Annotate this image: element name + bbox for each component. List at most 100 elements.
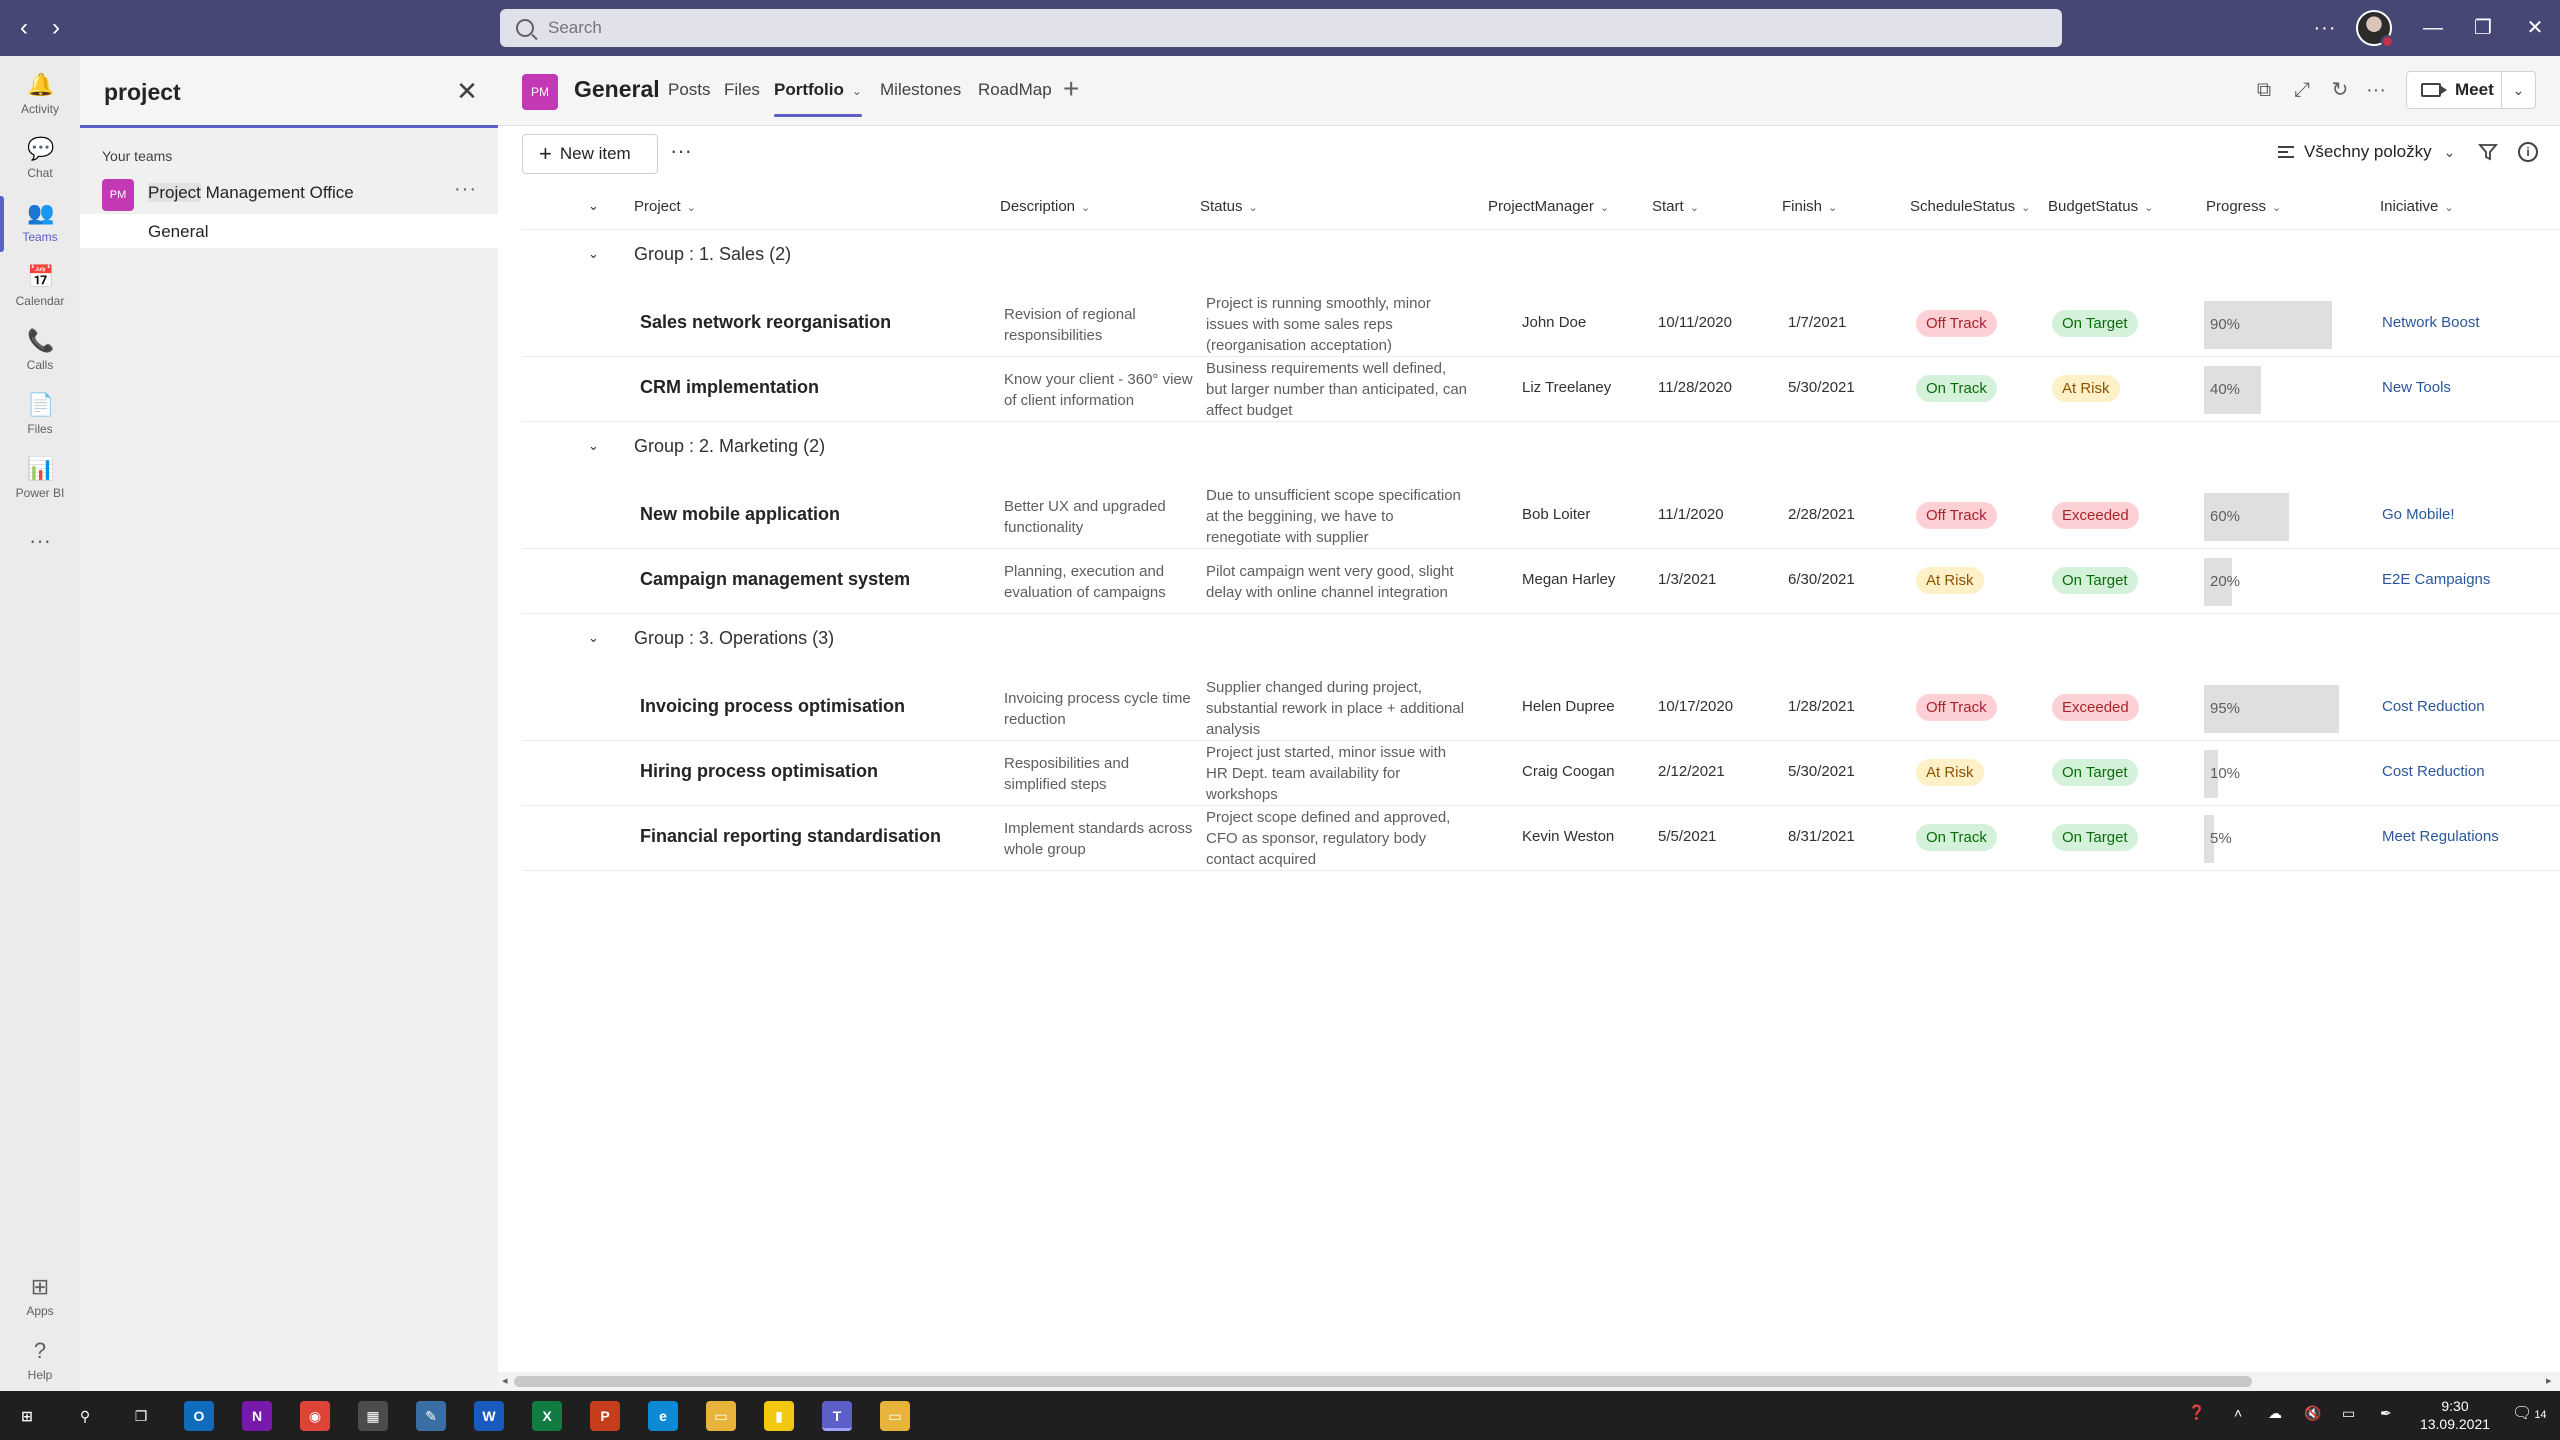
add-tab-icon[interactable]: + [1063, 73, 1079, 105]
channel-item-general[interactable]: General [80, 214, 498, 248]
tab-posts[interactable]: Posts [668, 80, 711, 100]
close-icon[interactable]: ✕ [452, 76, 482, 106]
initiative-link[interactable]: Go Mobile! [2382, 506, 2455, 523]
taskbar-search-icon[interactable]: ⚲ [70, 1401, 100, 1431]
project-name[interactable]: New mobile application [640, 504, 840, 525]
taskbar-calculator-icon[interactable]: ▦ [358, 1401, 388, 1431]
project-name[interactable]: Invoicing process optimisation [640, 696, 905, 717]
project-name[interactable]: Campaign management system [640, 569, 910, 590]
table-row[interactable]: Invoicing process optimisation Invoicing … [522, 676, 2560, 741]
column-description[interactable]: Description ⌄ [1000, 198, 1090, 215]
cloud-icon[interactable]: ☁ [2268, 1405, 2282, 1440]
minimize-icon[interactable]: — [2418, 14, 2448, 42]
forward-arrow-icon[interactable]: › [42, 14, 70, 42]
global-search[interactable] [500, 9, 2062, 47]
table-row[interactable]: CRM implementation Know your client - 360… [522, 357, 2560, 422]
project-name[interactable]: Hiring process optimisation [640, 761, 878, 782]
meet-button[interactable]: Meet ⌄ [2406, 71, 2536, 109]
project-name[interactable]: Sales network reorganisation [640, 312, 891, 333]
rail-item-chat[interactable]: 💬 Chat [0, 128, 80, 192]
taskbar-notepad-icon[interactable]: ✎ [416, 1401, 446, 1431]
taskbar-teams-icon[interactable]: T [822, 1401, 852, 1431]
initiative-link[interactable]: Cost Reduction [2382, 763, 2485, 780]
expand-icon[interactable]: ⤢ [2290, 78, 2314, 102]
scroll-left-icon[interactable]: ◂ [502, 1374, 508, 1387]
chevron-down-icon[interactable]: ⌄ [588, 438, 599, 454]
table-row[interactable]: Sales network reorganisation Revision of … [522, 292, 2560, 357]
close-window-icon[interactable]: ✕ [2520, 14, 2550, 42]
more-options-icon[interactable]: ··· [2310, 14, 2340, 42]
team-more-icon[interactable]: ··· [454, 178, 477, 201]
group-header[interactable]: ⌄ Group : 2. Marketing (2) [522, 422, 2560, 472]
rail-item-activity[interactable]: 🔔 Activity [0, 64, 80, 128]
rail-item-calendar[interactable]: 📅 Calendar [0, 256, 80, 320]
table-row[interactable]: Campaign management system Planning, exec… [522, 549, 2560, 614]
project-name[interactable]: CRM implementation [640, 377, 819, 398]
chevron-down-icon[interactable]: ⌄ [588, 630, 599, 646]
popout-icon[interactable]: ⧉ [2252, 78, 2276, 102]
taskbar-edge-icon[interactable]: e [648, 1401, 678, 1431]
scroll-right-icon[interactable]: ▸ [2546, 1374, 2552, 1387]
rail-item-files[interactable]: 📄 Files [0, 384, 80, 448]
chevron-down-icon[interactable]: ⌄ [2501, 72, 2535, 108]
tab-roadmap[interactable]: RoadMap [978, 80, 1052, 100]
rail-item-calls[interactable]: 📞 Calls [0, 320, 80, 384]
info-icon[interactable]: i [2518, 142, 2538, 162]
restore-icon[interactable]: ❐ [2468, 14, 2498, 42]
column-project[interactable]: Project ⌄ [634, 198, 696, 215]
taskbar-powerbi-icon[interactable]: ▮ [764, 1401, 794, 1431]
tab-files[interactable]: Files [724, 80, 760, 100]
horizontal-scrollbar[interactable]: ◂ ▸ [498, 1372, 2560, 1391]
taskbar-powerpoint-icon[interactable]: P [590, 1401, 620, 1431]
scrollbar-thumb[interactable] [514, 1376, 2252, 1387]
initiative-link[interactable]: Cost Reduction [2382, 698, 2485, 715]
rail-item-power-bi[interactable]: 📊 Power BI [0, 448, 80, 512]
column-start[interactable]: Start ⌄ [1652, 198, 1699, 215]
clock[interactable]: 9:30 13.09.2021 [2410, 1397, 2500, 1433]
filter-icon[interactable] [2478, 142, 2498, 162]
help-tray-icon[interactable]: ❓ [2188, 1404, 2205, 1440]
tab-milestones[interactable]: Milestones [880, 80, 961, 100]
column-budget-status[interactable]: BudgetStatus ⌄ [2048, 198, 2153, 215]
project-name[interactable]: Financial reporting standardisation [640, 826, 941, 847]
taskbar-start-icon[interactable]: ⊞ [12, 1401, 42, 1431]
column-initiative[interactable]: Iniciative ⌄ [2380, 198, 2454, 215]
more-icon[interactable]: ··· [2364, 78, 2388, 102]
chevron-down-icon[interactable]: ⌄ [588, 246, 599, 262]
speaker-muted-icon[interactable]: 🔇 [2304, 1405, 2321, 1440]
team-item[interactable]: PM Project Management Office ··· [80, 172, 498, 214]
initiative-link[interactable]: Network Boost [2382, 314, 2480, 331]
pen-icon[interactable]: ✒ [2380, 1405, 2392, 1440]
taskbar-taskview-icon[interactable]: ❐ [126, 1401, 156, 1431]
taskbar-word-icon[interactable]: W [474, 1401, 504, 1431]
more-icon[interactable]: ··· [670, 138, 692, 164]
initiative-link[interactable]: New Tools [2382, 379, 2451, 396]
back-arrow-icon[interactable]: ‹ [10, 14, 38, 42]
table-row[interactable]: Hiring process optimisation Resposibiliti… [522, 741, 2560, 806]
initiative-link[interactable]: Meet Regulations [2382, 828, 2499, 845]
team-search-input[interactable] [104, 74, 434, 110]
more-apps-icon[interactable]: ··· [0, 520, 80, 584]
group-header[interactable]: ⌄ Group : 1. Sales (2) [522, 230, 2560, 280]
refresh-icon[interactable]: ↻ [2328, 78, 2352, 102]
chevron-down-icon[interactable]: ⌄ [852, 84, 862, 98]
taskbar-excel-icon[interactable]: X [532, 1401, 562, 1431]
group-header[interactable]: ⌄ Group : 3. Operations (3) [522, 614, 2560, 664]
notifications-icon[interactable]: 🗨 14 [2512, 1403, 2547, 1440]
new-item-button[interactable]: + New item [522, 134, 658, 174]
taskbar-chrome-icon[interactable]: ◉ [300, 1401, 330, 1431]
collapse-all-icon[interactable]: ⌄ [588, 198, 599, 214]
taskbar-explorer-icon[interactable]: ▭ [706, 1401, 736, 1431]
column-schedule-status[interactable]: ScheduleStatus ⌄ [1910, 198, 2030, 215]
taskbar-onenote-icon[interactable]: N [242, 1401, 272, 1431]
tab-portfolio[interactable]: Portfolio ⌄ [774, 80, 862, 117]
table-row[interactable]: Financial reporting standardisation Imple… [522, 806, 2560, 871]
taskbar-explorer2-icon[interactable]: ▭ [880, 1401, 910, 1431]
rail-item-teams[interactable]: 👥 Teams [0, 192, 80, 256]
avatar[interactable] [2356, 10, 2394, 48]
view-selector[interactable]: Všechny položky ⌄ [2278, 142, 2455, 162]
table-row[interactable]: New mobile application Better UX and upgr… [522, 484, 2560, 549]
battery-icon[interactable]: ▭ [2342, 1405, 2355, 1440]
column-progress[interactable]: Progress ⌄ [2206, 198, 2281, 215]
column-finish[interactable]: Finish ⌄ [1782, 198, 1837, 215]
